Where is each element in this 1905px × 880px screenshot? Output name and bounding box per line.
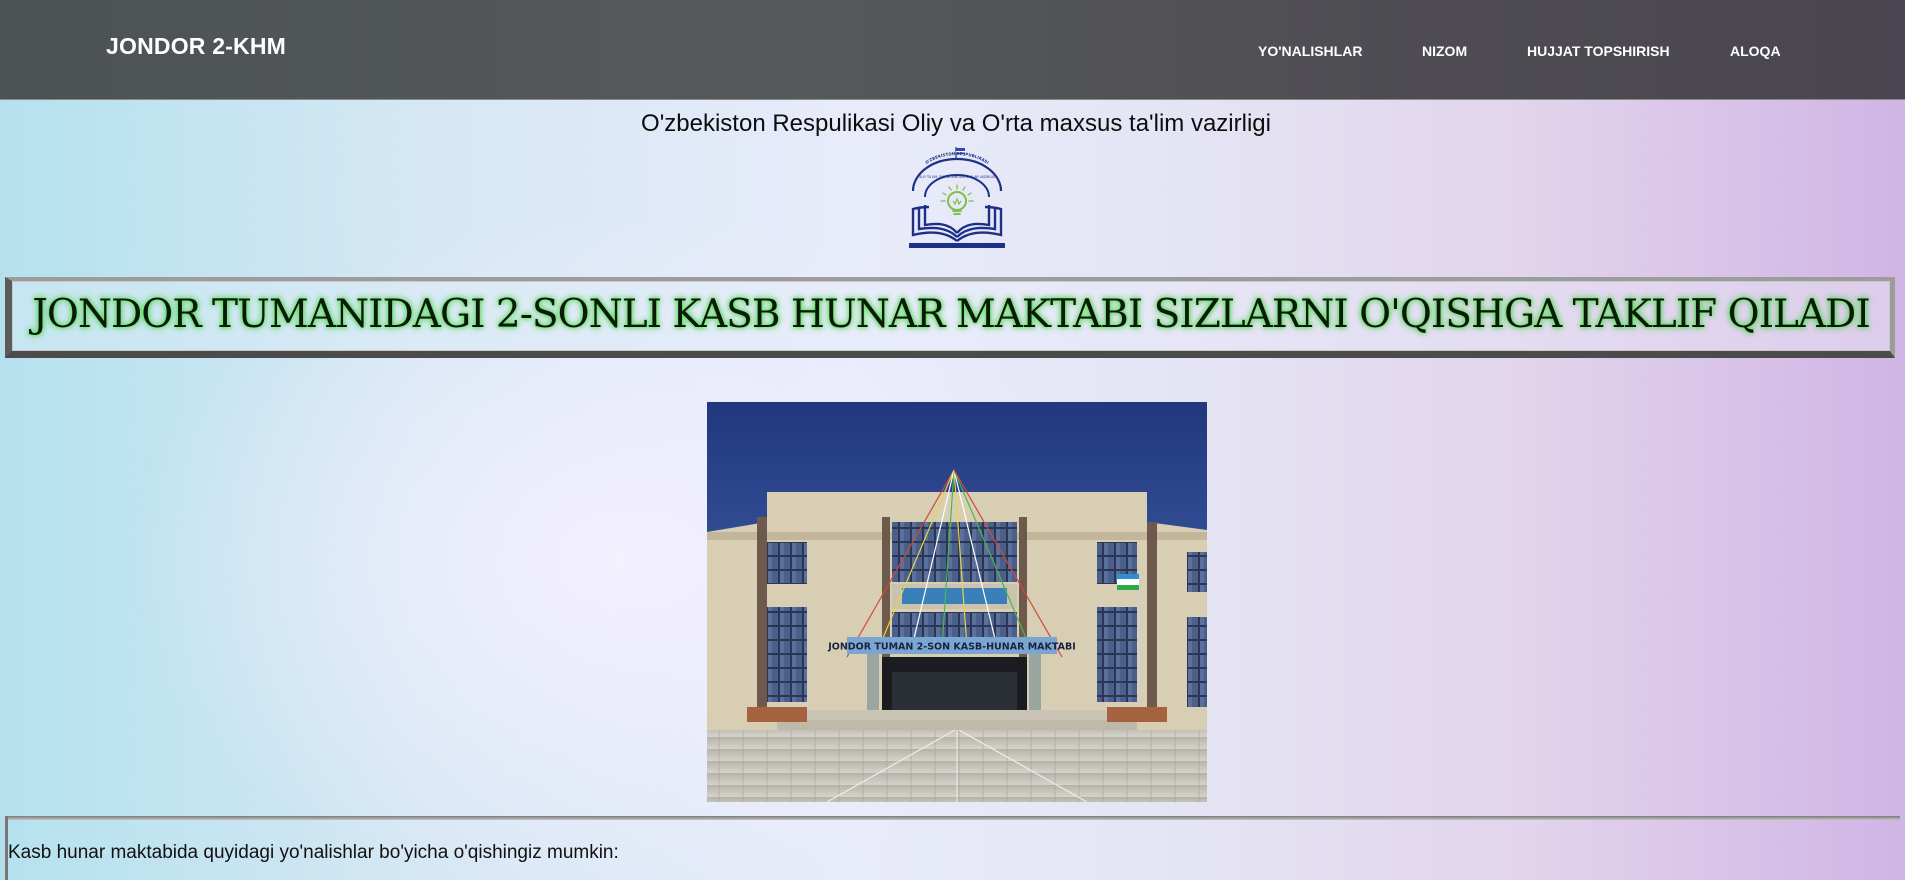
invitation-banner: JONDOR TUMANIDAGI 2-SONLI KASB HUNAR MAK…: [5, 277, 1895, 358]
directions-intro-text: Kasb hunar maktabida quyidagi yo'nalishl…: [8, 842, 619, 863]
brand-title[interactable]: JONDOR 2-KHM: [106, 33, 286, 60]
section-divider: [5, 816, 1900, 820]
ministry-title: O'zbekiston Respulikasi Oliy va O'rta ma…: [641, 110, 1271, 137]
nav-link-aloqa[interactable]: ALOQA: [1730, 43, 1781, 59]
navbar: JONDOR 2-KHM YO'NALISHLAR NIZOM HUJJAT T…: [0, 0, 1905, 100]
svg-text:JONDOR TUMAN 2-SON KASB-HUNAR: JONDOR TUMAN 2-SON KASB-HUNAR MAKTABI: [827, 642, 1076, 653]
nav-link-nizom[interactable]: NIZOM: [1422, 43, 1467, 59]
banner-text: JONDOR TUMANIDAGI 2-SONLI KASB HUNAR MAK…: [32, 292, 1870, 337]
nav-link-yonalishlar[interactable]: YO'NALISHLAR: [1258, 43, 1362, 59]
school-building-photo: JONDOR TUMAN 2-SON KASB-HUNAR MAKTABI: [707, 402, 1207, 802]
nav-link-hujjat-topshirish[interactable]: HUJJAT TOPSHIRISH: [1527, 43, 1670, 59]
ministry-emblem-icon: O'ZBEKISTON RESPUBLIKASI OLIY TA'LIM, FA…: [909, 147, 1005, 248]
